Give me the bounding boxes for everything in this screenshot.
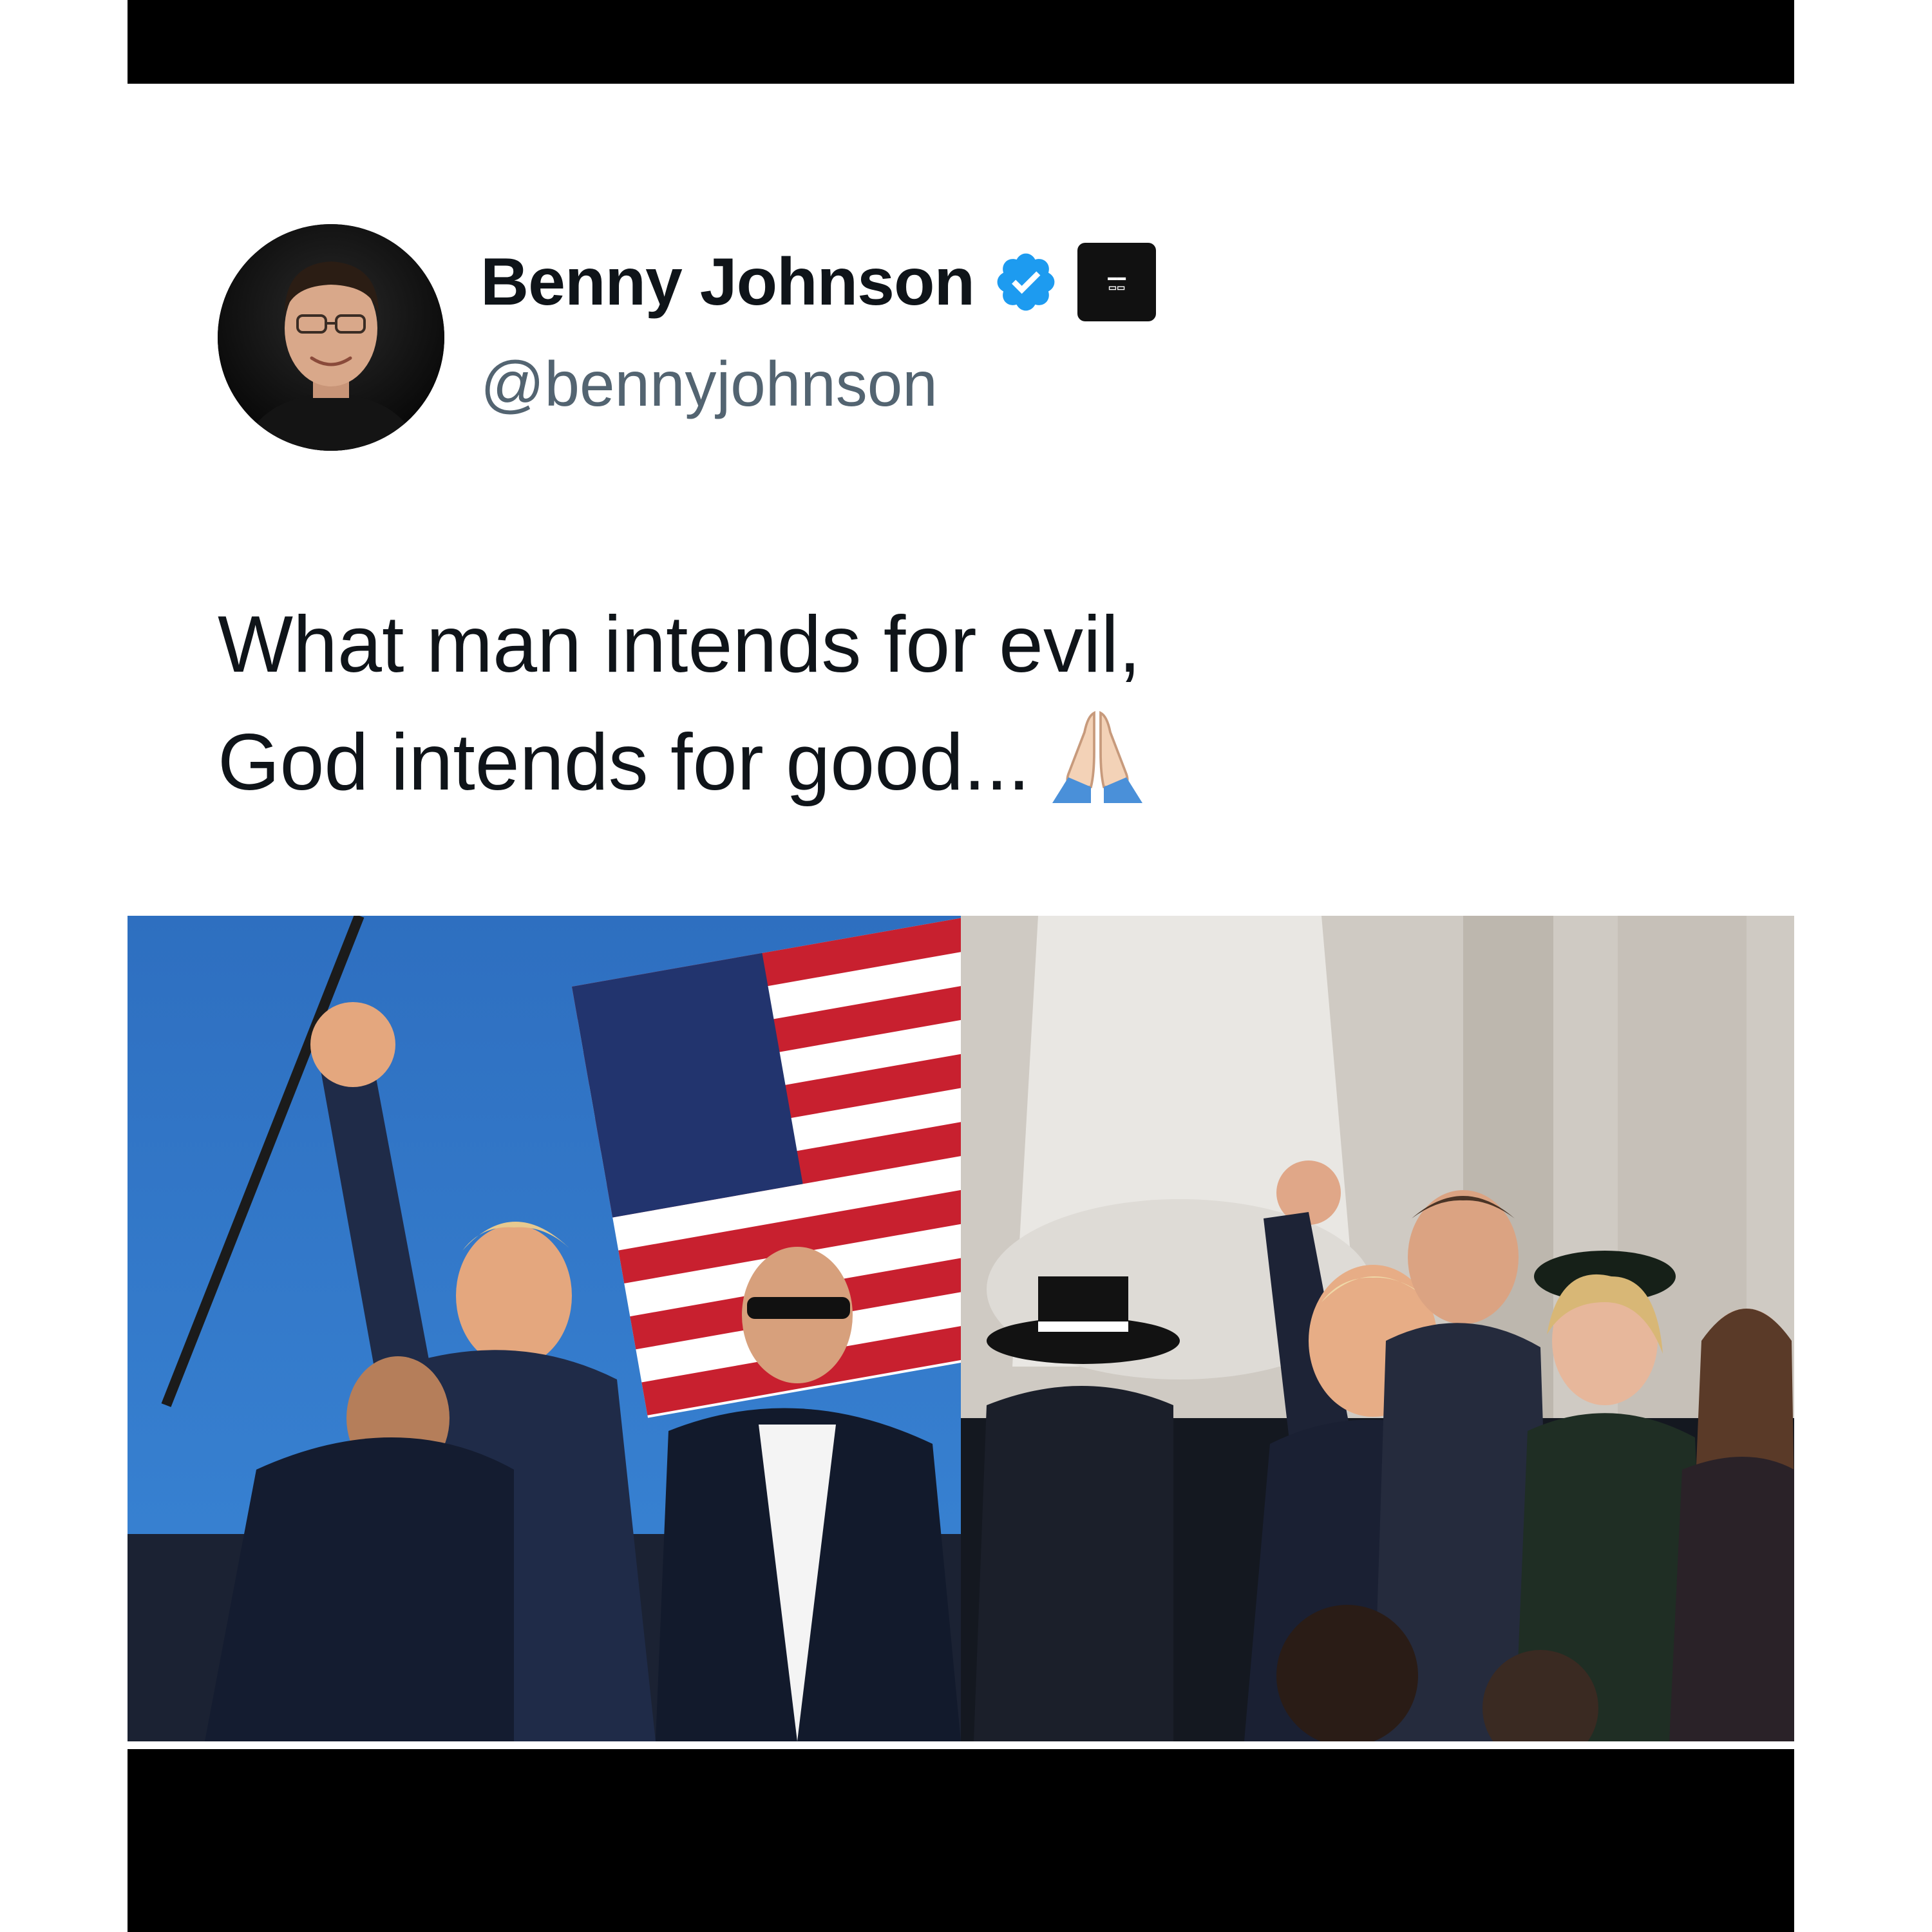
affiliate-badge-icon: ▬▬ ▭▭ [1077,243,1157,321]
folded-hands-icon [1052,710,1142,803]
screenshot-page: Benny Johnson ▬▬ ▭▭ @bennyjohnson What m… [0,0,1932,1932]
top-black-bar [128,0,1794,84]
tweet-text-line: God intends for good... [218,703,1634,821]
photo-icon [128,916,961,1741]
verified-badge-icon [997,253,1055,311]
tweet-text-line-content: God intends for good... [218,718,1030,807]
bottom-black-bar [128,1749,1794,1932]
media-photo-left[interactable] [128,916,961,1741]
photo-icon [961,916,1794,1741]
author-display-name[interactable]: Benny Johnson [480,244,975,321]
tweet-media[interactable] [128,916,1794,1741]
post-frame: Benny Johnson ▬▬ ▭▭ @bennyjohnson What m… [128,0,1794,1932]
avatar[interactable] [218,224,444,451]
tweet-text: What man intends for evil, God intends f… [218,586,1634,821]
media-photo-right[interactable] [961,916,1794,1741]
tweet-text-line: What man intends for evil, [218,600,1141,689]
author-handle[interactable]: @bennyjohnson [480,348,938,421]
author-name-row: Benny Johnson ▬▬ ▭▭ [480,243,1157,321]
